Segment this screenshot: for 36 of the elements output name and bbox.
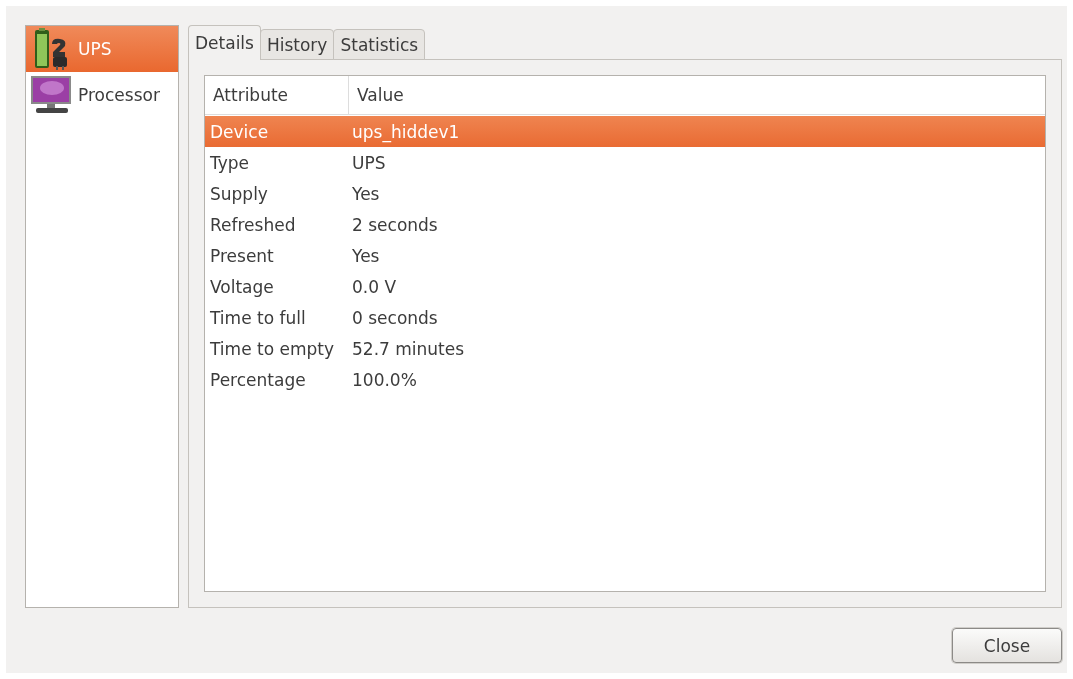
table-cell-text: 52.7 minutes	[351, 338, 466, 359]
table-row[interactable]: Voltage 0.0 V	[205, 271, 1045, 302]
tab[interactable]: History	[259, 29, 335, 60]
table-row[interactable]: Refreshed 2 seconds	[205, 209, 1045, 240]
table-cell-text: Time to full	[209, 307, 307, 328]
tab[interactable]: Details	[188, 25, 261, 60]
table-row[interactable]: Percentage 100.0%	[205, 364, 1045, 395]
table-cell-text: Device	[209, 121, 270, 142]
table-row[interactable]: Time to empty 52.7 minutes	[205, 333, 1045, 364]
table-cell-text: Type	[209, 152, 251, 173]
monitor-icon	[30, 74, 72, 116]
column-header[interactable]: Value	[349, 76, 1045, 114]
table-row[interactable]: Supply Yes	[205, 178, 1045, 209]
table-cell-text: UPS	[351, 152, 387, 173]
device-item[interactable]: Processor	[26, 72, 178, 118]
table-cell-text: Refreshed	[209, 214, 297, 235]
table-cell-text: Time to empty	[209, 338, 335, 359]
table-cell-text: Yes	[351, 245, 381, 266]
table-cell-text: Supply	[209, 183, 269, 204]
close-button[interactable]: Close	[952, 628, 1062, 663]
table-cell-text: Percentage	[209, 369, 307, 390]
table-cell-text: ups_hiddev1	[351, 121, 461, 142]
tab[interactable]: Statistics	[333, 29, 426, 60]
table-cell-text: 0.0 V	[351, 276, 398, 297]
table-cell-text: 100.0%	[351, 369, 418, 390]
table-cell-text: Yes	[351, 183, 381, 204]
table-row[interactable]: Present Yes	[205, 240, 1045, 271]
table-cell-text: Voltage	[209, 276, 275, 297]
table-cell-text: Present	[209, 245, 275, 266]
table-row[interactable]: Type UPS	[205, 147, 1045, 178]
table-cell-text: 0 seconds	[351, 307, 439, 328]
table-row[interactable]: Time to full 0 seconds	[205, 302, 1045, 333]
column-header[interactable]: Attribute	[205, 76, 349, 114]
device-label: Processor	[78, 85, 160, 105]
table-cell-text: 2 seconds	[351, 214, 439, 235]
device-label: UPS	[78, 39, 112, 59]
